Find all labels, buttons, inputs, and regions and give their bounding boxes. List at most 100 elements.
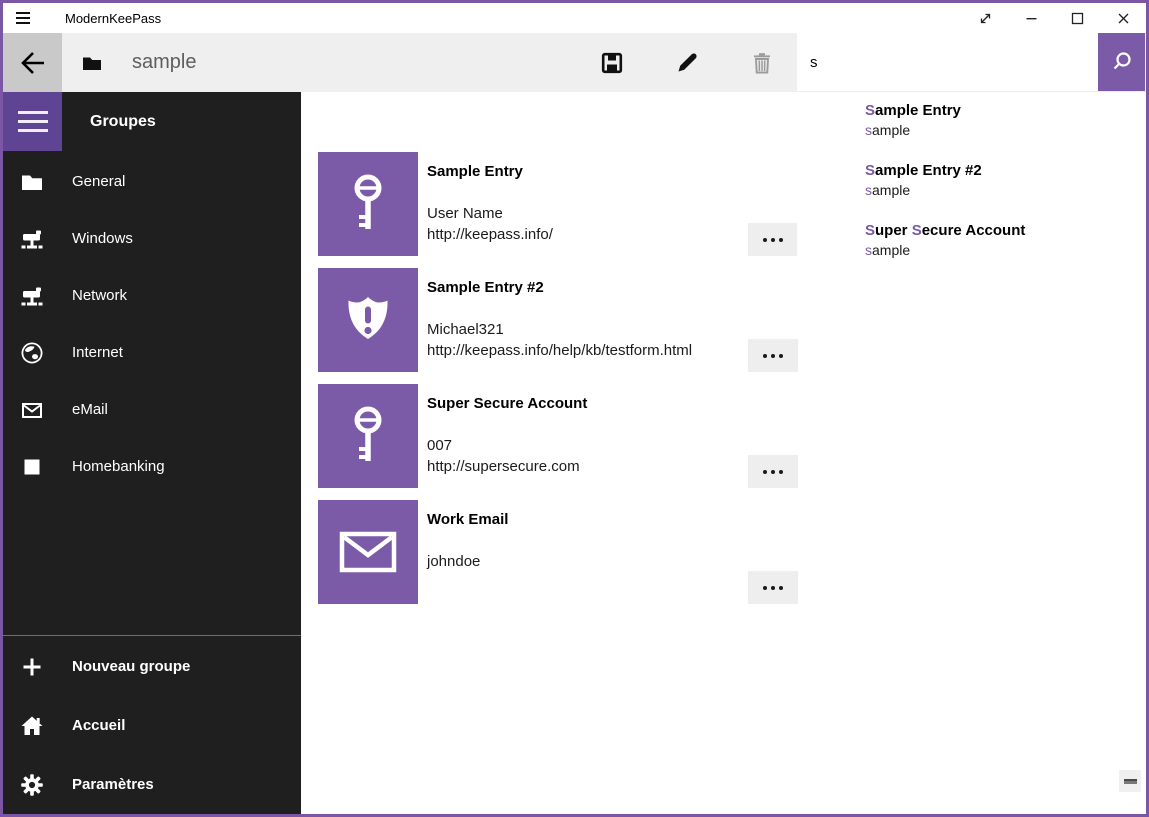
- arrow-left-icon: [19, 49, 47, 77]
- delete-button[interactable]: [737, 33, 787, 92]
- toolbar: [587, 33, 812, 92]
- titlebar-menu-button[interactable]: [16, 3, 40, 33]
- key-icon: [343, 173, 393, 235]
- ellipsis-icon: [763, 354, 767, 358]
- key-icon: [343, 405, 393, 467]
- entry-title: Sample Entry #2: [427, 268, 748, 296]
- entry-title: Sample Entry: [427, 152, 748, 180]
- action-label: Paramètres: [72, 776, 154, 793]
- edit-button[interactable]: [662, 33, 712, 92]
- pencil-icon: [675, 51, 699, 75]
- entry-tile: [318, 500, 418, 604]
- action-label: Accueil: [72, 717, 125, 734]
- sidebar-item-settings[interactable]: Paramètres: [3, 755, 301, 814]
- database-folder-icon: [82, 55, 102, 71]
- entry-item-sample-entry-2[interactable]: Sample Entry #2 Michael321 http://keepas…: [318, 268, 798, 372]
- globe-icon: [20, 342, 44, 364]
- search-result-item[interactable]: Sample Entrysample: [865, 101, 1145, 161]
- back-button[interactable]: [3, 33, 62, 92]
- save-button[interactable]: [587, 33, 637, 92]
- trash-icon: [750, 51, 774, 75]
- group-label: Windows: [72, 230, 133, 247]
- sidebar: Groupes General: [3, 92, 301, 814]
- folder-icon: [20, 173, 44, 191]
- gear-icon: [20, 774, 44, 796]
- network-computer-icon: [20, 285, 44, 306]
- hamburger-icon: [16, 12, 40, 14]
- sidebar-item-email[interactable]: eMail: [3, 381, 301, 438]
- search-result-item[interactable]: Super Secure Accountsample: [865, 221, 1145, 281]
- entry-username: User Name: [427, 203, 553, 224]
- group-label: Internet: [72, 344, 123, 361]
- search-results: Sample EntrysampleSample Entry #2sampleS…: [865, 101, 1145, 281]
- minus-icon: [1124, 779, 1137, 784]
- result-title: Sample Entry: [865, 101, 1145, 120]
- sidebar-item-windows[interactable]: Windows: [3, 210, 301, 267]
- entry-tile: [318, 268, 418, 372]
- sidebar-item-homebanking[interactable]: Homebanking: [3, 438, 301, 495]
- result-title: Sample Entry #2: [865, 161, 1145, 180]
- plus-icon: [20, 656, 44, 678]
- sidebar-item-home[interactable]: Accueil: [3, 696, 301, 755]
- diagonal-resize-icon: [977, 10, 994, 27]
- magnifier-icon: [1111, 51, 1133, 73]
- sidebar-item-new-group[interactable]: Nouveau groupe: [3, 637, 301, 696]
- result-title: Super Secure Account: [865, 221, 1145, 240]
- entry-more-button[interactable]: [748, 571, 798, 604]
- entry-more-button[interactable]: [748, 339, 798, 372]
- home-icon: [20, 715, 44, 736]
- group-label: Network: [72, 287, 127, 304]
- entry-title: Work Email: [427, 500, 748, 528]
- database-title: sample: [132, 51, 196, 74]
- maximize-button[interactable]: [1054, 3, 1100, 33]
- search-results-dropdown: Sample EntrysampleSample Entry #2sampleS…: [797, 91, 1145, 272]
- ellipsis-icon: [763, 586, 767, 590]
- sidebar-hamburger-button[interactable]: [3, 92, 62, 151]
- entry-username: 007: [427, 435, 580, 456]
- sidebar-item-network[interactable]: Network: [3, 267, 301, 324]
- entry-item-sample-entry[interactable]: Sample Entry User Name http://keepass.in…: [318, 152, 798, 256]
- entry-title: Super Secure Account: [427, 384, 748, 412]
- titlebar: ModernKeePass: [3, 3, 1146, 33]
- minimize-button[interactable]: [1008, 3, 1054, 33]
- entry-url: http://keepass.info/help/kb/testform.htm…: [427, 340, 692, 361]
- entry-more-button[interactable]: [748, 455, 798, 488]
- sidebar-item-internet[interactable]: Internet: [3, 324, 301, 381]
- app-title: ModernKeePass: [65, 11, 161, 26]
- entry-tile: [318, 384, 418, 488]
- entry-tile: [318, 152, 418, 256]
- result-subtitle: sample: [865, 241, 1145, 260]
- entry-username: johndoe: [427, 551, 480, 572]
- fullscreen-button[interactable]: [962, 3, 1008, 33]
- group-list: General Windows: [3, 153, 301, 495]
- action-label: Nouveau groupe: [72, 658, 190, 675]
- group-label: Homebanking: [72, 458, 165, 475]
- sidebar-item-general[interactable]: General: [3, 153, 301, 210]
- envelope-icon: [339, 531, 397, 573]
- square-icon: [20, 459, 44, 475]
- close-icon: [1115, 10, 1132, 27]
- search-input[interactable]: [797, 33, 1098, 91]
- groups-heading: Groupes: [90, 113, 156, 131]
- entry-more-button[interactable]: [748, 223, 798, 256]
- entry-item-work-email[interactable]: Work Email johndoe: [318, 500, 798, 604]
- envelope-icon: [20, 401, 44, 419]
- minimize-icon: [1023, 10, 1040, 27]
- result-subtitle: sample: [865, 181, 1145, 200]
- search-button[interactable]: [1098, 33, 1145, 91]
- search-bar: [797, 33, 1145, 91]
- sidebar-actions: Nouveau groupe Accueil: [3, 635, 301, 814]
- search-result-item[interactable]: Sample Entry #2sample: [865, 161, 1145, 221]
- entry-url: http://supersecure.com: [427, 456, 580, 477]
- ellipsis-icon: [763, 238, 767, 242]
- result-subtitle: sample: [865, 121, 1145, 140]
- close-button[interactable]: [1100, 3, 1146, 33]
- hamburger-icon: [18, 111, 48, 114]
- entry-item-super-secure-account[interactable]: Super Secure Account 007 http://supersec…: [318, 384, 798, 488]
- maximize-icon: [1069, 10, 1086, 27]
- app-window: ModernKeePass: [0, 0, 1149, 817]
- entry-url: http://keepass.info/: [427, 224, 553, 245]
- shield-exclamation-icon: [340, 292, 396, 348]
- zoom-out-button[interactable]: [1119, 770, 1141, 792]
- network-computer-icon: [20, 228, 44, 249]
